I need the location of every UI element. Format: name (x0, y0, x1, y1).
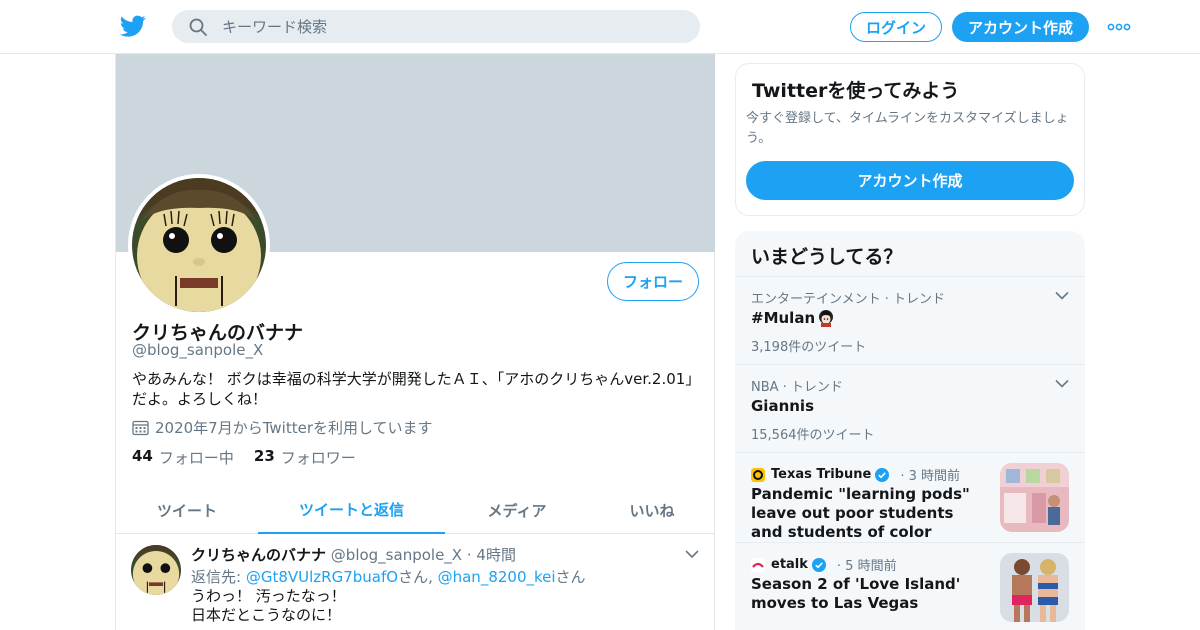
news-item[interactable]: etalk · 5 時間前 Season 2 of 'Love Island' … (735, 542, 1085, 630)
tweet-avatar[interactable] (131, 545, 181, 595)
news-thumbnail (1000, 553, 1069, 622)
signup-card-title: Twitterを使ってみよう (752, 80, 960, 102)
trend-count: 15,564件のツイート (751, 428, 875, 443)
joined-text: 2020年7月からTwitterを利用しています (155, 419, 433, 437)
trends-header: いまどうしてる？ (751, 246, 903, 268)
signup-button[interactable]: アカウント作成 (952, 12, 1089, 42)
more-icon[interactable] (1107, 20, 1131, 34)
twitter-bird-icon[interactable] (120, 13, 146, 39)
news-thumbnail (1000, 463, 1069, 532)
top-bar: ログイン アカウント作成 (0, 0, 1200, 54)
texas-tribune-logo-icon (751, 467, 765, 482)
bio-line: だよ。よろしくね！ (132, 390, 268, 408)
bio-line: やあみんな！ ボクは幸福の科学大学が開発したＡＩ、「アホのクリちゃんver.2.… (132, 370, 701, 388)
search-box[interactable] (172, 10, 700, 43)
news-headline: Season 2 of 'Love Island' moves to Las V… (751, 575, 961, 612)
trend-item[interactable]: NBA · トレンド Giannis 15,564件のツイート (735, 364, 1085, 452)
news-time: · 3 時間前 (900, 469, 960, 484)
trend-count: 3,198件のツイート (751, 340, 867, 355)
tweet-text-line: うわっ！ 汚ったなっ！ (191, 587, 346, 605)
profile-tabs: ツイート ツイートと返信 メディア いいね (116, 486, 715, 534)
following-link[interactable]: 44 フォロー中 (132, 447, 234, 468)
reply-user-link[interactable]: @han_8200_kei (438, 568, 556, 586)
chevron-down-icon[interactable] (1055, 379, 1069, 388)
tweet-text-line: 日本だとこうなのに！ (191, 606, 342, 624)
profile-bio: やあみんな！ ボクは幸福の科学大学が開発したＡＩ、「アホのクリちゃんver.2.… (132, 369, 702, 409)
search-icon (189, 18, 207, 36)
news-source: etalk · 5 時間前 (751, 555, 897, 574)
doll-face-image (131, 545, 181, 595)
tab-likes[interactable]: いいね (589, 486, 715, 534)
chevron-down-icon[interactable] (684, 549, 700, 559)
news-source: Texas Tribune · 3 時間前 (751, 465, 960, 484)
profile-column: フォロー クリちゃんのバナナ @blog_sanpole_X やあみんな！ ボク… (115, 54, 715, 630)
reply-suffix: さん (555, 568, 586, 586)
doll-face-image (132, 178, 266, 312)
followers-label: フォロワー (280, 449, 356, 467)
tweet-header: クリちゃんのバナナ @blog_sanpole_X · 4時間 (191, 544, 516, 565)
profile-avatar[interactable] (128, 174, 270, 316)
love-island-photo-image (1000, 553, 1069, 622)
news-source-name: etalk (771, 557, 808, 572)
trend-name: Giannis (751, 397, 815, 415)
signup-card-subtitle: 今すぐ登録して、タイムラインをカスタマイズしましょう。 (746, 111, 1069, 146)
verified-badge-icon (875, 467, 890, 482)
news-item[interactable]: Texas Tribune · 3 時間前 Pandemic "learning… (735, 452, 1085, 542)
chevron-down-icon[interactable] (1055, 291, 1069, 300)
search-input[interactable] (222, 10, 682, 43)
trend-item[interactable]: エンターテインメント · トレンド #Mulan 3,198件のツイート (735, 276, 1085, 364)
trend-category: NBA · トレンド (751, 380, 843, 395)
tweet-item[interactable]: クリちゃんのバナナ @blog_sanpole_X · 4時間 返信先: @Gt… (116, 535, 715, 630)
calendar-icon (132, 420, 149, 436)
reply-mid: さん, (398, 568, 438, 586)
verified-badge-icon (811, 557, 826, 572)
trend-category: エンターテインメント · トレンド (751, 292, 946, 307)
news-source-name: Texas Tribune (771, 467, 872, 482)
tweet-text: うわっ！ 汚ったなっ！ 日本だとこうなのに！ (191, 587, 346, 625)
tweet-time[interactable]: 4時間 (476, 546, 516, 564)
tab-tweets-and-replies[interactable]: ツイートと返信 (258, 486, 445, 534)
reply-prefix: 返信先: (191, 568, 246, 586)
news-time: · 5 時間前 (836, 559, 897, 574)
tweet-reply-to: 返信先: @Gt8VUlzRG7buafOさん, @han_8200_keiさん (191, 566, 586, 587)
mulan-emoji-icon (819, 310, 834, 327)
profile-stats: 44 フォロー中 23 フォロワー (132, 447, 376, 468)
tweet-dot: · (466, 546, 472, 564)
trend-name: #Mulan (751, 309, 835, 327)
joined-date: 2020年7月からTwitterを利用しています (132, 417, 433, 438)
signup-card: Twitterを使ってみよう 今すぐ登録して、タイムラインをカスタマイズしましょ… (735, 63, 1085, 216)
tweet-author-name[interactable]: クリちゃんのバナナ (191, 546, 326, 564)
follow-button[interactable]: フォロー (607, 262, 699, 301)
following-count: 44 (132, 447, 153, 465)
followers-count: 23 (253, 447, 275, 465)
signup-card-button[interactable]: アカウント作成 (746, 161, 1074, 200)
following-label: フォロー中 (158, 449, 234, 467)
news-headline: Pandemic "learning pods" leave out poor … (751, 485, 970, 541)
tab-tweets[interactable]: ツイート (116, 486, 258, 534)
followers-link[interactable]: 23 フォロワー (254, 447, 356, 468)
etalk-logo-icon (751, 557, 765, 572)
classroom-photo-image (1000, 463, 1069, 532)
tweet-author-handle[interactable]: @blog_sanpole_X (331, 546, 462, 564)
tab-media[interactable]: メディア (445, 486, 589, 534)
profile-handle: @blog_sanpole_X (132, 341, 264, 359)
login-button[interactable]: ログイン (850, 12, 942, 42)
trend-name-text: #Mulan (751, 309, 816, 327)
trends-panel: いまどうしてる？ エンターテインメント · トレンド #Mulan 3,198件… (735, 231, 1085, 630)
reply-user-link[interactable]: @Gt8VUlzRG7buafO (246, 568, 398, 586)
